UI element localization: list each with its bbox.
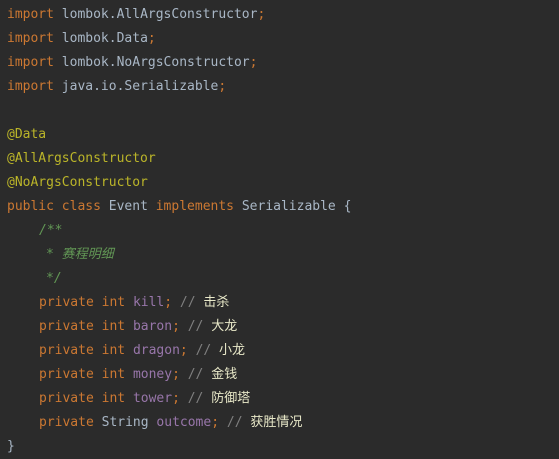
keyword-private: private xyxy=(39,343,94,358)
import-path: java.io.Serializable xyxy=(61,79,219,94)
code-line-import: import lombok.Data; xyxy=(7,27,351,51)
type-name: int xyxy=(101,391,126,406)
line-comment-marker: // xyxy=(187,367,204,382)
open-brace: { xyxy=(343,199,352,214)
code-line-field: private int tower; // 防御塔 xyxy=(7,387,351,411)
code-line-import: import lombok.NoArgsConstructor; xyxy=(7,51,351,75)
interface-name: Serializable xyxy=(241,199,336,214)
type-name: int xyxy=(101,319,126,334)
keyword-private: private xyxy=(39,295,94,310)
keyword-public: public xyxy=(7,199,54,214)
code-line-import: import lombok.AllArgsConstructor; xyxy=(7,3,351,27)
code-line-field: private int money; // 金钱 xyxy=(7,363,351,387)
code-line-annotation: @NoArgsConstructor xyxy=(7,171,351,195)
javadoc-close: */ xyxy=(46,271,62,286)
line-comment-marker: // xyxy=(179,295,196,310)
type-name: int xyxy=(101,343,126,358)
field-name: dragon xyxy=(132,343,180,358)
semicolon: ; xyxy=(218,79,227,94)
code-line-field: private String outcome; // 获胜情况 xyxy=(7,411,351,435)
class-name: Event xyxy=(108,199,148,214)
code-line-import: import java.io.Serializable; xyxy=(7,75,351,99)
line-comment-marker: // xyxy=(195,343,212,358)
keyword-private: private xyxy=(39,391,94,406)
code-line-javadoc-close: */ xyxy=(7,267,351,291)
comment-text: 防御塔 xyxy=(211,391,251,406)
keyword-private: private xyxy=(39,319,94,334)
keyword-private: private xyxy=(39,367,94,382)
semicolon: ; xyxy=(164,295,173,310)
code-line-field: private int dragon; // 小龙 xyxy=(7,339,351,363)
javadoc-text: 赛程明细 xyxy=(61,247,114,262)
semicolon: ; xyxy=(249,55,258,70)
field-name: outcome xyxy=(156,415,212,430)
code-line-class-decl: public class Event implements Serializab… xyxy=(7,195,351,219)
import-path: lombok.NoArgsConstructor xyxy=(61,55,250,70)
line-comment-marker: // xyxy=(187,319,204,334)
line-comment-marker: // xyxy=(226,415,243,430)
keyword: import xyxy=(7,7,54,22)
keyword: import xyxy=(7,55,54,70)
field-name: tower xyxy=(132,391,173,406)
field-name: money xyxy=(132,367,173,382)
semicolon: ; xyxy=(147,31,156,46)
code-line-javadoc-text: * 赛程明细 xyxy=(7,243,351,267)
keyword: import xyxy=(7,31,54,46)
code-line-close-brace: } xyxy=(7,435,351,459)
semicolon: ; xyxy=(257,7,266,22)
comment-text: 小龙 xyxy=(219,343,246,358)
comment-text: 击杀 xyxy=(203,295,230,310)
annotation: @AllArgsConstructor xyxy=(7,151,156,166)
code-line-annotation: @Data xyxy=(7,123,351,147)
keyword-class: class xyxy=(61,199,101,214)
close-brace: } xyxy=(7,439,15,454)
code-editor[interactable]: import lombok.AllArgsConstructor; import… xyxy=(0,0,559,458)
annotation: @NoArgsConstructor xyxy=(7,175,148,190)
semicolon: ; xyxy=(211,415,220,430)
import-path: lombok.Data xyxy=(61,31,148,46)
keyword-implements: implements xyxy=(155,199,235,214)
semicolon: ; xyxy=(172,391,180,406)
code-content: import lombok.AllArgsConstructor; import… xyxy=(7,3,351,459)
javadoc-open: /** xyxy=(39,223,63,238)
code-line-javadoc-open: /** xyxy=(7,219,351,243)
type-name: int xyxy=(101,295,126,310)
comment-text: 金钱 xyxy=(211,367,238,382)
line-comment-marker: // xyxy=(187,391,204,406)
type-name: int xyxy=(101,367,126,382)
semicolon: ; xyxy=(179,343,188,358)
code-line-field: private int baron; // 大龙 xyxy=(7,315,351,339)
field-name: kill xyxy=(132,295,165,310)
annotation: @Data xyxy=(7,127,47,142)
type-name: String xyxy=(101,415,149,430)
field-name: baron xyxy=(132,319,173,334)
code-line-field: private int kill; // 击杀 xyxy=(7,291,351,315)
keyword: import xyxy=(7,79,54,94)
javadoc-star: * xyxy=(46,247,54,262)
comment-text: 获胜情况 xyxy=(250,415,303,430)
keyword-private: private xyxy=(39,415,94,430)
code-line-annotation: @AllArgsConstructor xyxy=(7,147,351,171)
semicolon: ; xyxy=(172,319,180,334)
semicolon: ; xyxy=(172,367,180,382)
comment-text: 大龙 xyxy=(211,319,238,334)
import-path: lombok.AllArgsConstructor xyxy=(61,7,258,22)
